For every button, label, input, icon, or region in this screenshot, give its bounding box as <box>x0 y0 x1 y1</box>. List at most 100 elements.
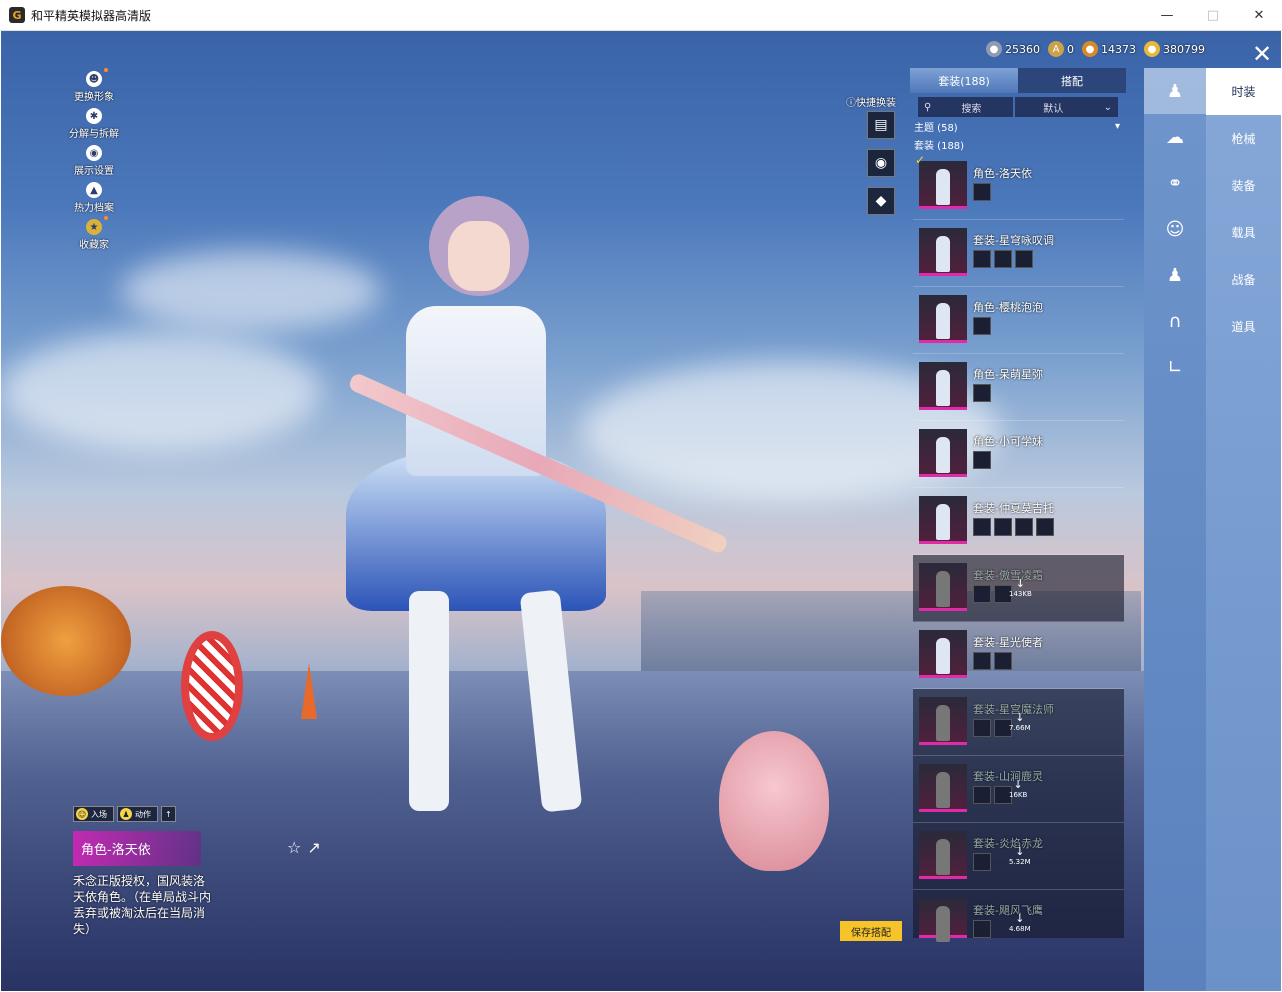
list-item[interactable]: 套装-傲雪凌霜 ↓ 143KB <box>913 555 1124 622</box>
tab-vehicles[interactable]: 载具 <box>1206 209 1281 256</box>
part-slot[interactable] <box>973 719 991 737</box>
tab-fashion[interactable]: 时装 <box>1206 68 1281 115</box>
dropdown-arrow-icon: ▾ <box>1114 120 1120 132</box>
tab-equipment[interactable]: 装备 <box>1206 162 1281 209</box>
goggles-icon[interactable]: ⚭ <box>1144 160 1206 206</box>
save-combo-button[interactable]: 保存搭配 <box>840 921 902 941</box>
minimize-button[interactable]: — <box>1144 0 1190 31</box>
list-item[interactable]: 套装-星宫魔法师 ↓ 7.66M <box>913 689 1124 756</box>
left-menu-item-collector[interactable]: ★ 收藏家 <box>59 216 129 256</box>
figure-icon[interactable]: ♟ <box>1144 252 1206 298</box>
download-indicator[interactable]: ↓ 4.68M <box>1009 912 1031 933</box>
item-name: 套装-炎焰赤龙 <box>973 837 1043 850</box>
quick-swap-label: ⓘ快捷换装 <box>846 98 896 109</box>
left-menu-item-change-look[interactable]: ☻ 更换形象 <box>59 68 129 108</box>
window-titlebar: G 和平精英模拟器高清版 — □ ✕ <box>0 0 1282 31</box>
app-icon: G <box>9 7 25 23</box>
search-input[interactable]: ⚲ 搜索 <box>918 97 1014 117</box>
favorite-star-icon[interactable]: ☆ <box>287 838 301 857</box>
quick-swap-emblem-button[interactable]: ◉ <box>867 149 895 177</box>
part-slot[interactable] <box>973 451 991 469</box>
pumpkin-vehicle <box>1 586 131 696</box>
maximize-button[interactable]: □ <box>1190 0 1236 31</box>
currency-item[interactable]: ● 380799 <box>1144 41 1205 57</box>
list-item[interactable]: 套装-飓风飞鹰 ↓ 4.68M <box>913 890 1124 942</box>
badge-icon: ★ <box>86 216 108 235</box>
part-slot[interactable] <box>973 384 991 402</box>
part-slot[interactable] <box>994 652 1012 670</box>
left-menu-item-display-settings[interactable]: ◉ 展示设置 <box>59 145 129 182</box>
part-slot[interactable] <box>973 317 991 335</box>
part-slot[interactable] <box>973 652 991 670</box>
action-chip[interactable]: ♟ 动作 <box>117 806 158 822</box>
tab-combos[interactable]: 搭配 <box>1018 68 1126 93</box>
close-window-button[interactable]: ✕ <box>1236 0 1282 31</box>
part-slot[interactable] <box>1015 518 1033 536</box>
cap-icon[interactable]: ☁ <box>1144 114 1206 160</box>
socks-icon[interactable]: ∟ <box>1144 344 1206 390</box>
sort-dropdown[interactable]: 默认 ⌄ <box>1015 97 1118 117</box>
item-thumbnail <box>919 429 967 477</box>
coin-icon: ● <box>986 41 1002 57</box>
tab-weapons[interactable]: 枪械 <box>1206 115 1281 162</box>
outfit-list-panel: 套装(188) 搭配 ⚲ 搜索 默认 ⌄ 主题 (58) ▾ 套装 (188) ✓ 角… <box>910 68 1126 978</box>
list-item[interactable]: ✓ 角色-洛天依 <box>913 153 1124 220</box>
expand-chip[interactable]: ↑ <box>161 806 176 822</box>
part-slot[interactable] <box>1036 518 1054 536</box>
part-slot[interactable] <box>994 518 1012 536</box>
part-slot[interactable] <box>973 920 991 938</box>
help-icon[interactable]: ⓘ <box>846 98 856 109</box>
download-indicator[interactable]: ↓ 143KB <box>1009 577 1032 598</box>
list-item[interactable]: 套装-星穹咏叹调 <box>913 220 1124 287</box>
item-name: 套装-飓风飞鹰 <box>973 904 1043 917</box>
download-indicator[interactable]: ↓ 5.32M <box>1009 845 1031 866</box>
search-icon: ⚲ <box>924 101 932 113</box>
close-icon[interactable]: ✕ <box>1249 41 1275 67</box>
tab-props[interactable]: 道具 <box>1206 303 1281 350</box>
tab-sets[interactable]: 套装(188) <box>910 68 1018 93</box>
left-menu-label: 更换形象 <box>74 92 114 103</box>
part-slot[interactable] <box>994 250 1012 268</box>
set-section-header: 套装 (188) <box>914 140 965 152</box>
download-indicator[interactable]: ↓ 7.66M <box>1009 711 1031 732</box>
item-name: 套装-傲雪凌霜 <box>973 569 1043 582</box>
part-slot[interactable] <box>973 585 991 603</box>
download-indicator[interactable]: ↓ 16KB <box>1009 778 1027 799</box>
tab-combat-prep[interactable]: 战备 <box>1206 256 1281 303</box>
window-title: 和平精英模拟器高清版 <box>31 8 152 23</box>
part-slot[interactable] <box>973 250 991 268</box>
detail-chips: ☺ 入场 ♟ 动作 ↑ <box>73 806 176 822</box>
part-slot[interactable] <box>973 853 991 871</box>
part-slot[interactable] <box>1015 250 1033 268</box>
part-slot[interactable] <box>973 183 991 201</box>
list-item[interactable]: 角色-呆萌星弥 <box>913 354 1124 421</box>
list-item[interactable]: 套装-山涧鹿灵 ↓ 16KB <box>913 756 1124 823</box>
game-viewport[interactable]: ☻ 更换形象 ✱ 分解与拆解 ◉ 展示设置 ▲ 热力档案 ★ 收藏家 ● 253… <box>1 31 1281 991</box>
part-slot[interactable] <box>973 518 991 536</box>
part-slot[interactable] <box>973 786 991 804</box>
left-menu-item-heat-archive[interactable]: ▲ 热力档案 <box>59 182 129 219</box>
currency-item[interactable]: ● 25360 <box>986 41 1040 57</box>
download-icon: ↓ <box>1015 577 1025 590</box>
pants-icon[interactable]: ∩ <box>1144 298 1206 344</box>
list-item[interactable]: 角色-樱桃泡泡 <box>913 287 1124 354</box>
left-menu-label: 收藏家 <box>79 240 109 251</box>
currency-item[interactable]: A 0 <box>1048 41 1074 57</box>
person-icon: ☻ <box>86 68 108 87</box>
list-item[interactable]: 角色-小可学妹 <box>913 421 1124 488</box>
mask-icon[interactable]: ☺ <box>1144 206 1206 252</box>
list-item[interactable]: 套装-星光使者 <box>913 622 1124 689</box>
quick-swap-diamond-button[interactable]: ◆ <box>867 187 895 215</box>
download-size: 4.68M <box>1009 925 1031 933</box>
theme-section-header[interactable]: 主题 (58) ▾ <box>914 117 1126 135</box>
list-item[interactable]: 套装-炎焰赤龙 ↓ 5.32M <box>913 823 1124 890</box>
left-menu-item-decompose[interactable]: ✱ 分解与拆解 <box>59 108 129 145</box>
currency-item[interactable]: ● 14373 <box>1082 41 1136 57</box>
share-icon[interactable]: ↗ <box>307 838 320 857</box>
left-menu-label: 展示设置 <box>74 166 114 177</box>
list-item[interactable]: 套装-仲夏莫吉托 <box>913 488 1124 555</box>
outfit-icon[interactable]: ♟ <box>1144 68 1206 114</box>
quick-swap-outfit-button[interactable]: ▤ <box>867 111 895 139</box>
item-thumbnail <box>919 630 967 678</box>
enter-animation-chip[interactable]: ☺ 入场 <box>73 806 114 822</box>
